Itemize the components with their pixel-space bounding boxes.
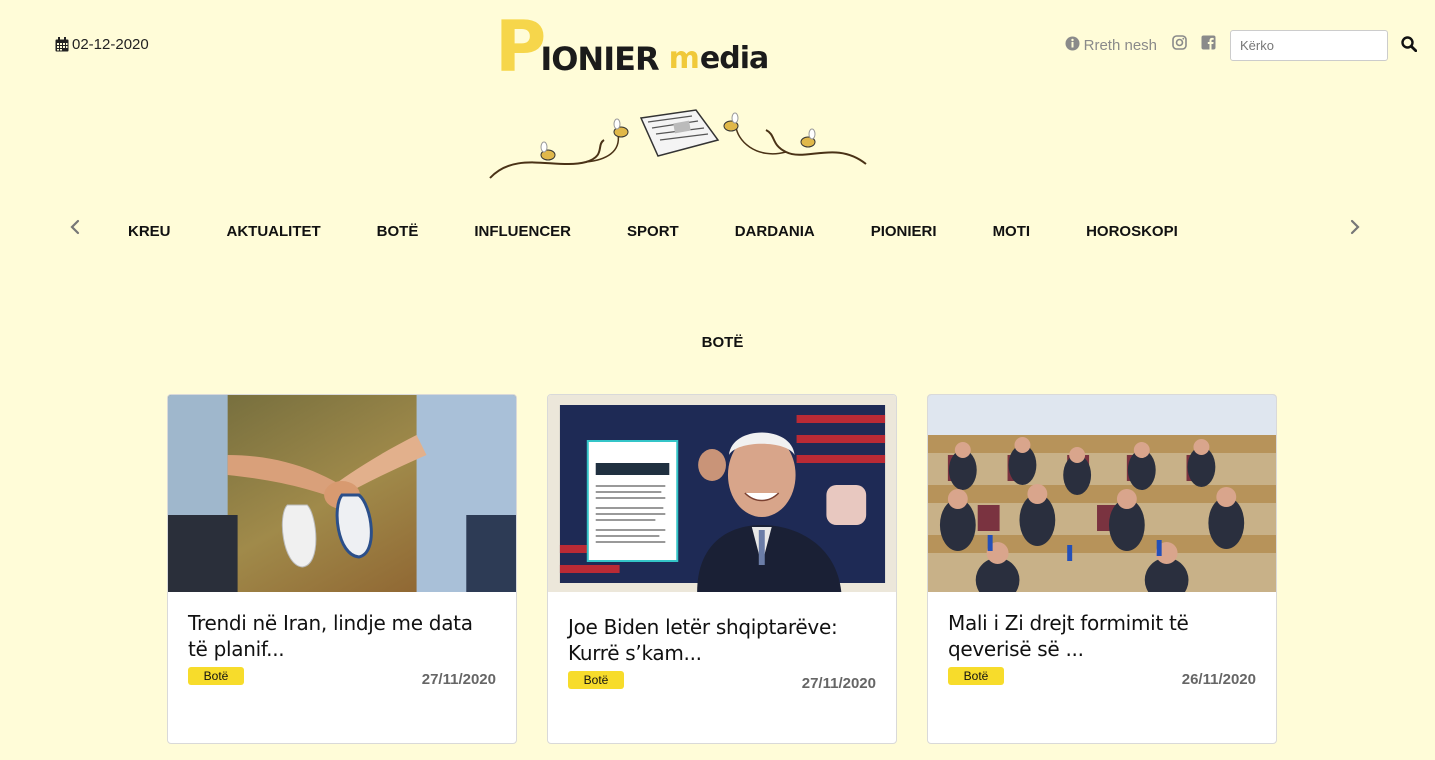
- bee-icon: [723, 112, 739, 132]
- nav-item-horoskopi[interactable]: HOROSKOPI: [1058, 223, 1206, 240]
- nav-scroll-left[interactable]: [65, 217, 85, 241]
- current-date: 02-12-2020: [55, 36, 149, 53]
- date-text: 02-12-2020: [72, 36, 149, 53]
- chevron-left-icon: [70, 219, 80, 240]
- search-icon: [1401, 35, 1418, 55]
- nav-items: KREU AKTUALITET BOTË INFLUENCER SPORT DA…: [100, 223, 1206, 240]
- nav-item-moti[interactable]: MOTI: [965, 223, 1059, 240]
- article-date: 27/11/2020: [421, 671, 496, 688]
- info-icon: [1065, 36, 1080, 55]
- facebook-icon[interactable]: [1201, 35, 1216, 55]
- article-card[interactable]: Mali i Zi drejt formimit të qeverisë së …: [927, 394, 1277, 744]
- main-navigation: KREU AKTUALITET BOTË INFLUENCER SPORT DA…: [0, 213, 1435, 253]
- bee-icon: [613, 118, 629, 138]
- article-image[interactable]: [548, 395, 896, 592]
- article-card[interactable]: Trendi në Iran, lindje me data të planif…: [167, 394, 517, 744]
- nav-item-bote[interactable]: BOTË: [349, 223, 447, 240]
- category-badge[interactable]: Botë: [948, 667, 1004, 685]
- search-button[interactable]: [1401, 35, 1418, 55]
- bees-newspaper-illustration: [489, 109, 867, 179]
- nav-item-aktualitet[interactable]: AKTUALITET: [199, 223, 349, 240]
- about-label: Rreth nesh: [1083, 36, 1157, 54]
- social-links: [1172, 35, 1216, 55]
- chevron-right-icon: [1350, 219, 1360, 240]
- nav-item-dardania[interactable]: DARDANIA: [707, 223, 843, 240]
- site-logo[interactable]: P IONIER m edia: [495, 12, 769, 82]
- search-input[interactable]: [1230, 29, 1388, 61]
- nav-item-influencer[interactable]: INFLUENCER: [446, 223, 599, 240]
- article-title[interactable]: Mali i Zi drejt formimit të qeverisë së …: [948, 610, 1256, 662]
- article-date: 27/11/2020: [801, 675, 876, 692]
- category-badge[interactable]: Botë: [188, 667, 244, 685]
- bee-icon: [540, 141, 556, 161]
- about-link[interactable]: Rreth nesh: [1065, 36, 1157, 55]
- nav-scroll-right[interactable]: [1345, 217, 1365, 241]
- header-actions: Rreth nesh: [1065, 29, 1418, 61]
- article-image[interactable]: [928, 395, 1276, 592]
- section-title: BOTË: [701, 334, 744, 351]
- bee-icon: [800, 128, 816, 148]
- nav-item-sport[interactable]: SPORT: [599, 223, 707, 240]
- calendar-icon: [55, 37, 69, 52]
- newspaper-icon: [639, 109, 720, 157]
- instagram-icon[interactable]: [1172, 35, 1187, 55]
- article-list: Trendi në Iran, lindje me data të planif…: [167, 394, 1277, 744]
- article-title[interactable]: Trendi në Iran, lindje me data të planif…: [188, 610, 496, 662]
- nav-item-kreu[interactable]: KREU: [100, 223, 199, 240]
- nav-item-pionieri[interactable]: PIONIERI: [843, 223, 965, 240]
- article-image[interactable]: [168, 395, 516, 592]
- article-title[interactable]: Joe Biden letër shqiptarëve: Kurrë s’kam…: [568, 614, 876, 666]
- category-badge[interactable]: Botë: [568, 671, 624, 689]
- article-date: 26/11/2020: [1181, 671, 1256, 688]
- article-card[interactable]: Joe Biden letër shqiptarëve: Kurrë s’kam…: [547, 394, 897, 744]
